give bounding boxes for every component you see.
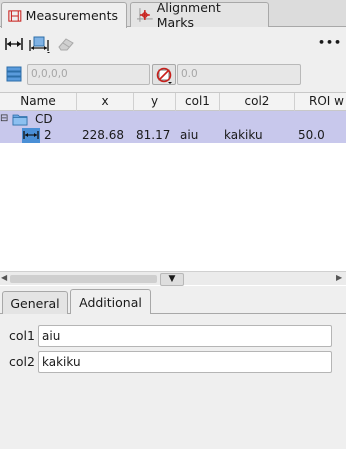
no-filter-icon	[156, 67, 172, 84]
row-y: 81.17	[136, 128, 171, 142]
disable-filter-button[interactable]	[152, 64, 176, 85]
folder-icon	[12, 111, 30, 127]
more-options-button[interactable]: •••	[318, 36, 342, 49]
scroll-left-icon[interactable]: ◀	[1, 273, 7, 282]
measurement-icon	[22, 127, 40, 143]
add-measurement-button[interactable]	[3, 34, 25, 54]
splitter-toggle-button[interactable]: ▼	[160, 273, 184, 286]
row-roi-w: 50.0	[298, 128, 325, 142]
tab-alignment-marks[interactable]: Alignment Marks	[130, 0, 269, 30]
scroll-right-icon[interactable]: ▶	[336, 273, 342, 282]
eraser-icon	[58, 38, 74, 51]
column-header-y[interactable]: y	[134, 93, 176, 111]
horizontal-measure-icon	[5, 38, 23, 50]
col2-label: col2	[9, 354, 35, 369]
col1-input[interactable]: aiu	[38, 325, 332, 347]
collapse-toggle[interactable]: ⊟	[0, 111, 10, 127]
group-name: CD	[35, 112, 53, 126]
alignment-marks-icon	[137, 8, 153, 22]
column-header-roi-w[interactable]: ROI w	[295, 93, 346, 111]
tab-alignment-marks-label: Alignment Marks	[156, 0, 221, 30]
tab-general[interactable]: General	[2, 291, 68, 314]
measure-options-button[interactable]	[29, 34, 51, 54]
tab-measurements-label: Measurements	[25, 8, 118, 23]
column-header-col2[interactable]: col2	[220, 93, 295, 111]
row-col2: kakiku	[224, 128, 263, 142]
value-field[interactable]: 0.0	[177, 64, 301, 85]
col2-input[interactable]: kakiku	[38, 351, 332, 373]
details-tabbar: General Additional	[0, 287, 346, 314]
measurements-icon	[8, 9, 22, 22]
table-row[interactable]: 2 228.68 81.17 aiu kakiku 50.0	[0, 127, 346, 143]
scrollbar-thumb[interactable]	[10, 275, 157, 283]
table-header: Name x y col1 col2 ROI w	[0, 93, 346, 111]
tab-additional[interactable]: Additional	[70, 289, 151, 314]
coordinates-field[interactable]: 0,0,0,0	[27, 64, 150, 85]
layers-icon	[6, 66, 22, 82]
tab-measurements[interactable]: Measurements	[1, 2, 127, 28]
box-measure-icon	[29, 36, 50, 53]
column-header-col1[interactable]: col1	[176, 93, 220, 111]
table-group-row[interactable]: ⊟ CD	[0, 111, 346, 127]
row-name: 2	[44, 128, 52, 142]
measurements-table: Name x y col1 col2 ROI w ⊟ CD 2 228.68 8…	[0, 92, 346, 286]
row-col1: aiu	[180, 128, 199, 142]
layers-button[interactable]	[3, 64, 25, 84]
eraser-button[interactable]	[55, 34, 77, 54]
column-header-name[interactable]: Name	[0, 93, 77, 111]
column-header-x[interactable]: x	[77, 93, 134, 111]
row-x: 228.68	[82, 128, 124, 142]
col1-label: col1	[9, 328, 35, 343]
top-tabbar: Measurements Alignment Marks	[0, 0, 346, 30]
